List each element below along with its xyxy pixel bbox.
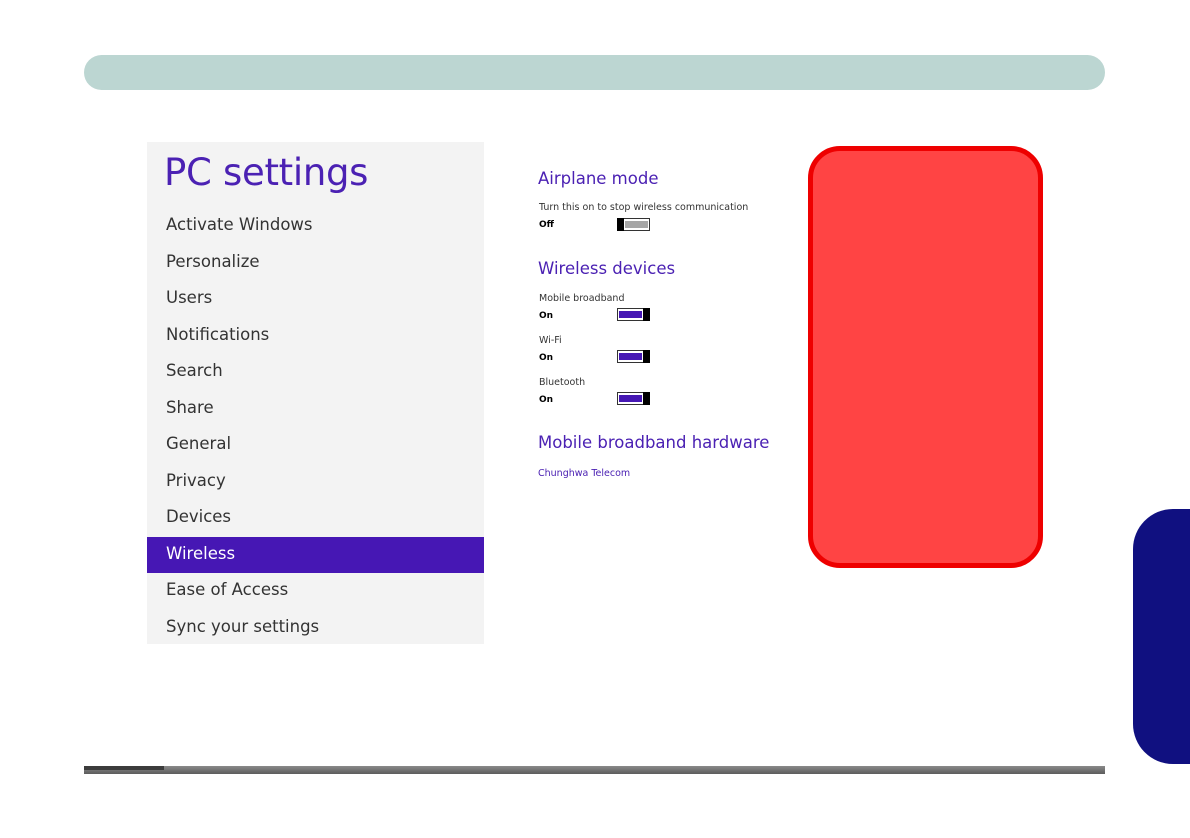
toggle-track — [619, 395, 642, 402]
toggle-thumb — [643, 308, 650, 321]
wifi-state: On — [539, 353, 554, 363]
wifi-toggle[interactable] — [617, 350, 650, 363]
toggle-track — [625, 221, 648, 228]
mobile-broadband-toggle[interactable] — [617, 308, 650, 321]
wireless-devices-heading: Wireless devices — [538, 259, 676, 278]
toggle-track — [619, 311, 642, 318]
toggle-thumb — [617, 218, 624, 231]
chunghwa-telecom-link[interactable]: Chunghwa Telecom — [538, 468, 630, 479]
airplane-mode-toggle[interactable] — [617, 218, 650, 231]
airplane-mode-state: Off — [539, 220, 554, 230]
airplane-mode-heading: Airplane mode — [538, 169, 659, 188]
mobile-broadband-label: Mobile broadband — [539, 293, 625, 304]
redaction-block — [808, 146, 1043, 568]
nav-item-devices[interactable]: Devices — [147, 500, 484, 537]
pc-settings-pane: PC settings Activate Windows Personalize… — [147, 142, 484, 644]
nav-item-ease-of-access[interactable]: Ease of Access — [147, 573, 484, 610]
nav-item-sync-your-settings[interactable]: Sync your settings — [147, 610, 484, 647]
nav-item-wireless[interactable]: Wireless — [147, 536, 484, 573]
header-bar — [84, 55, 1105, 90]
nav-item-users[interactable]: Users — [147, 281, 484, 318]
wireless-settings-content: Airplane mode Turn this on to stop wirel… — [537, 142, 797, 502]
nav-item-search[interactable]: Search — [147, 354, 484, 391]
airplane-mode-description: Turn this on to stop wireless communicat… — [539, 202, 749, 213]
settings-nav: Activate Windows Personalize Users Notif… — [147, 208, 484, 646]
pane-title: PC settings — [164, 151, 369, 194]
bluetooth-label: Bluetooth — [539, 377, 586, 388]
toggle-thumb — [643, 350, 650, 363]
toggle-thumb — [643, 392, 650, 405]
nav-item-general[interactable]: General — [147, 427, 484, 464]
toggle-track — [619, 353, 642, 360]
nav-item-privacy[interactable]: Privacy — [147, 464, 484, 501]
bluetooth-toggle[interactable] — [617, 392, 650, 405]
mobile-broadband-state: On — [539, 311, 554, 321]
wifi-label: Wi-Fi — [539, 335, 562, 346]
footer-rule — [84, 766, 1105, 774]
nav-item-personalize[interactable]: Personalize — [147, 245, 484, 282]
side-chapter-tab — [1133, 509, 1190, 764]
nav-item-share[interactable]: Share — [147, 391, 484, 428]
mobile-broadband-hardware-heading: Mobile broadband hardware — [538, 433, 770, 452]
nav-item-notifications[interactable]: Notifications — [147, 318, 484, 355]
nav-item-activate-windows[interactable]: Activate Windows — [147, 208, 484, 245]
bluetooth-state: On — [539, 395, 554, 405]
